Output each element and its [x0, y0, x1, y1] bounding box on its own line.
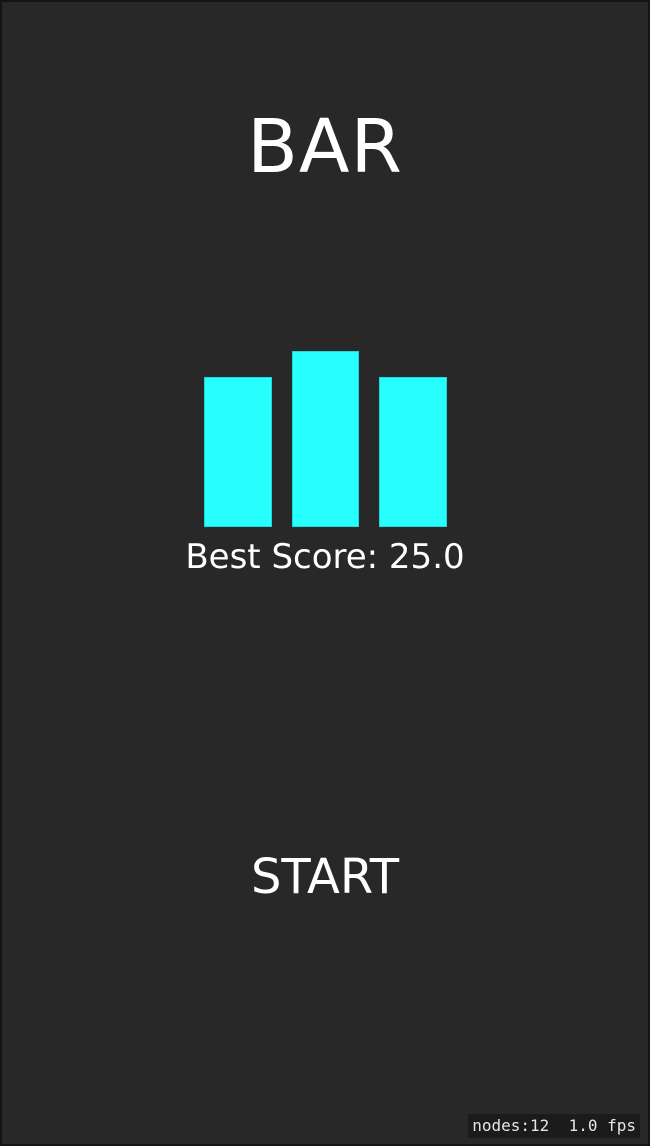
- logo-bar-right: [379, 377, 447, 527]
- logo-bar-left: [204, 377, 272, 527]
- logo-bar-middle: [292, 351, 359, 527]
- node-count-label: nodes:12: [472, 1116, 550, 1135]
- bar-logo: [2, 2, 648, 602]
- best-score-label: Best Score: 25.0: [185, 537, 465, 577]
- game-screen: BAR Best Score: 25.0 START nodes:12 1.0 …: [2, 2, 648, 1144]
- start-button[interactable]: START: [225, 840, 425, 914]
- fps-label: 1.0 fps: [568, 1116, 636, 1135]
- debug-stats-overlay: nodes:12 1.0 fps: [468, 1114, 640, 1138]
